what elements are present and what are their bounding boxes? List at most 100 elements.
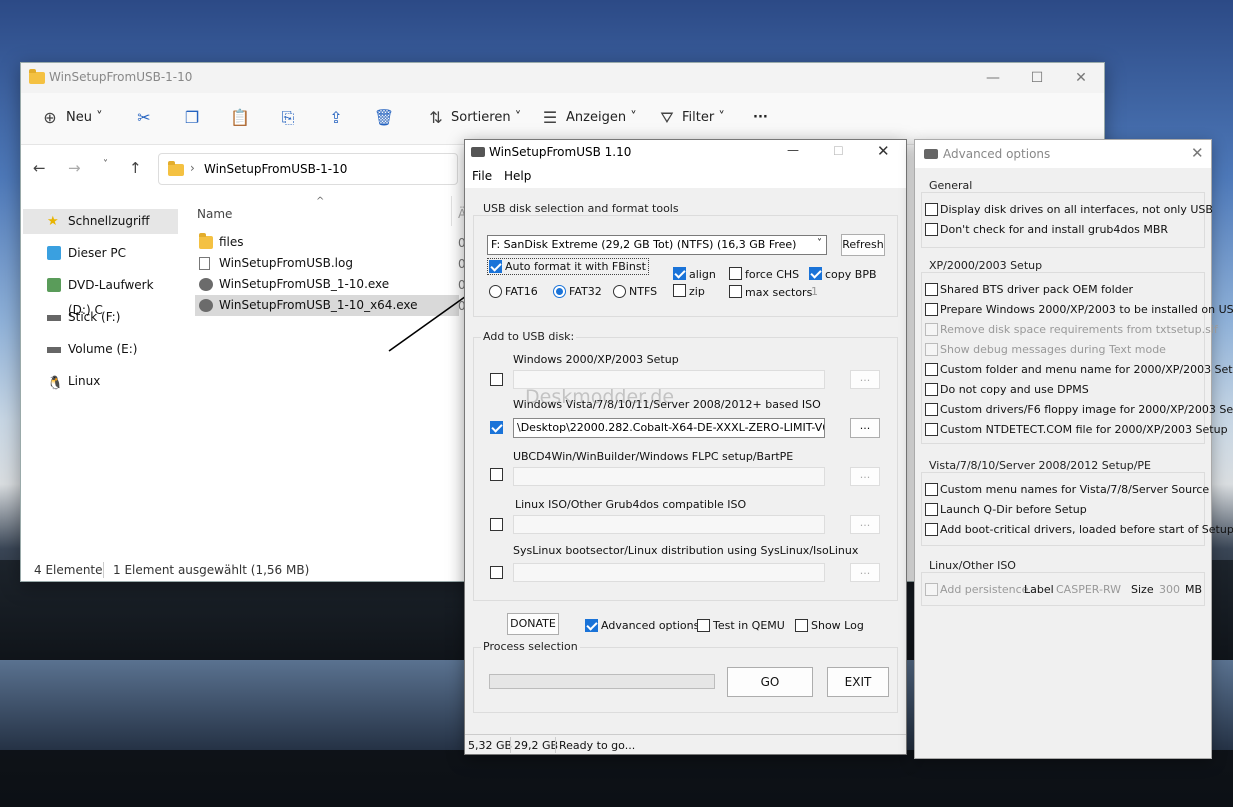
more-button[interactable]: ··· (753, 110, 768, 125)
zip-checkbox[interactable] (673, 284, 686, 297)
source-checkbox[interactable] (490, 518, 503, 531)
exit-button[interactable]: EXIT (827, 667, 889, 697)
force-chs-checkbox[interactable] (729, 267, 742, 280)
source-checkbox[interactable] (490, 373, 503, 386)
explorer-ribbon: ⊕ Neu ˅ ✂ ❐ 📋 ⎘ ⇪ 🗑 ⇅ Sortieren ˅ ☰ Anze… (21, 93, 1104, 145)
general-label: General (927, 179, 975, 192)
menu-help[interactable]: Help (504, 169, 531, 183)
sidebar-item-volume[interactable]: Volume (E:) (23, 337, 178, 362)
align-checkbox[interactable] (673, 267, 686, 280)
recent-chevron-icon[interactable]: ˅ (103, 159, 108, 170)
option-checkbox[interactable] (925, 203, 938, 216)
ntfs-radio[interactable] (613, 285, 626, 298)
minimize-button[interactable]: — (973, 67, 1013, 89)
show-log-checkbox[interactable] (795, 619, 808, 632)
go-button[interactable]: GO (727, 667, 813, 697)
forward-icon[interactable]: → (68, 159, 81, 177)
sidebar-item-quick-access[interactable]: ★ Schnellzugriff (23, 209, 178, 234)
option-checkbox[interactable] (925, 223, 938, 236)
option-checkbox[interactable] (925, 363, 938, 376)
cut-icon[interactable]: ✂ (133, 107, 155, 129)
persistence-checkbox[interactable] (925, 583, 938, 596)
sidebar-item-this-pc[interactable]: Dieser PC (23, 241, 178, 266)
persistence-label: Add persistence (940, 583, 1029, 596)
refresh-button[interactable]: Refresh (841, 234, 885, 256)
option-label: Add boot-critical drivers, loaded before… (940, 523, 1233, 536)
address-bar[interactable]: › WinSetupFromUSB-1-10 (158, 153, 458, 185)
linux-icon: 🐧 (47, 376, 64, 391)
back-icon[interactable]: ← (33, 159, 46, 177)
maximize-button[interactable]: ☐ (1017, 67, 1057, 89)
donate-button[interactable]: DONATE (507, 613, 559, 635)
file-item[interactable]: WinSetupFromUSB_1-10.exe (195, 274, 389, 295)
drive-select[interactable]: F: SanDisk Extreme (29,2 GB Tot) (NTFS) … (487, 235, 827, 255)
size-field[interactable]: 300 (1159, 583, 1180, 596)
qemu-checkbox[interactable] (697, 619, 710, 632)
option-checkbox[interactable] (925, 503, 938, 516)
option-label: Prepare Windows 2000/XP/2003 to be insta… (940, 303, 1233, 316)
filter-button[interactable]: Filter ˅ (682, 110, 725, 125)
browse-button[interactable]: ... (850, 515, 880, 534)
rename-icon[interactable]: ⎘ (277, 107, 299, 129)
option-label: Shared BTS driver pack OEM folder (940, 283, 1133, 296)
browse-button[interactable]: ... (850, 467, 880, 486)
fat32-radio[interactable] (553, 285, 566, 298)
option-checkbox[interactable] (925, 483, 938, 496)
source-checkbox[interactable] (490, 566, 503, 579)
up-icon[interactable]: ↑ (129, 159, 142, 177)
browse-button[interactable]: ... (850, 418, 880, 438)
menu-file[interactable]: File (472, 169, 492, 183)
option-checkbox[interactable] (925, 323, 938, 336)
exe-icon (199, 299, 213, 312)
close-button[interactable]: ✕ (1061, 67, 1101, 89)
xp-group (921, 272, 1205, 444)
share-icon[interactable]: ⇪ (325, 107, 347, 129)
source-path-field[interactable]: \Desktop\22000.282.Cobalt-X64-DE-XXXL-ZE… (513, 418, 825, 438)
source-checkbox[interactable] (490, 421, 503, 434)
status-total: 29,2 GB (514, 739, 559, 752)
column-header-name[interactable]: Name (197, 207, 232, 221)
maximize-button[interactable]: ☐ (833, 144, 844, 158)
delete-icon[interactable]: 🗑 (373, 107, 395, 129)
autoformat-checkbox[interactable] (489, 260, 502, 273)
sidebar-item-stick[interactable]: Stick (F:) (23, 305, 178, 330)
source-path-field[interactable] (513, 515, 825, 534)
option-checkbox[interactable] (925, 423, 938, 436)
sort-button[interactable]: Sortieren ˅ (451, 110, 521, 125)
browse-button[interactable]: ... (850, 370, 880, 389)
minimize-button[interactable]: — (787, 143, 799, 157)
text-file-icon (199, 257, 210, 270)
new-button[interactable]: Neu ˅ (66, 110, 103, 125)
option-checkbox[interactable] (925, 523, 938, 536)
copy-icon[interactable]: ❐ (181, 107, 203, 129)
close-button[interactable]: ✕ (877, 142, 890, 160)
source-checkbox[interactable] (490, 468, 503, 481)
label-field[interactable]: CASPER-RW (1056, 583, 1121, 596)
option-checkbox[interactable] (925, 283, 938, 296)
add-group-label: Add to USB disk: (481, 330, 577, 343)
progress-bar (489, 674, 715, 689)
option-checkbox[interactable] (925, 403, 938, 416)
adv-title: Advanced options (943, 147, 1051, 161)
option-checkbox[interactable] (925, 343, 938, 356)
view-button[interactable]: Anzeigen ˅ (566, 110, 637, 125)
breadcrumb: WinSetupFromUSB-1-10 (204, 162, 348, 176)
max-sectors-checkbox[interactable] (729, 285, 742, 298)
advanced-options-checkbox[interactable] (585, 619, 598, 632)
copy-bpb-checkbox[interactable] (809, 267, 822, 280)
status-divider (510, 737, 511, 753)
option-checkbox[interactable] (925, 383, 938, 396)
sidebar-item-dvd[interactable]: DVD-Laufwerk (D:) C (23, 273, 178, 317)
close-button[interactable]: ✕ (1191, 144, 1204, 162)
sidebar-item-linux[interactable]: 🐧 Linux (23, 369, 178, 394)
file-item[interactable]: files (195, 232, 244, 253)
source-path-field[interactable] (513, 467, 825, 486)
wsfu-menubar: File Help (465, 166, 906, 188)
browse-button[interactable]: ... (850, 563, 880, 582)
source-path-field[interactable] (513, 563, 825, 582)
option-checkbox[interactable] (925, 303, 938, 316)
max-sectors-value[interactable]: 1 (811, 285, 818, 298)
file-item[interactable]: WinSetupFromUSB.log (195, 253, 353, 274)
paste-icon[interactable]: 📋 (229, 107, 251, 129)
fat16-radio[interactable] (489, 285, 502, 298)
